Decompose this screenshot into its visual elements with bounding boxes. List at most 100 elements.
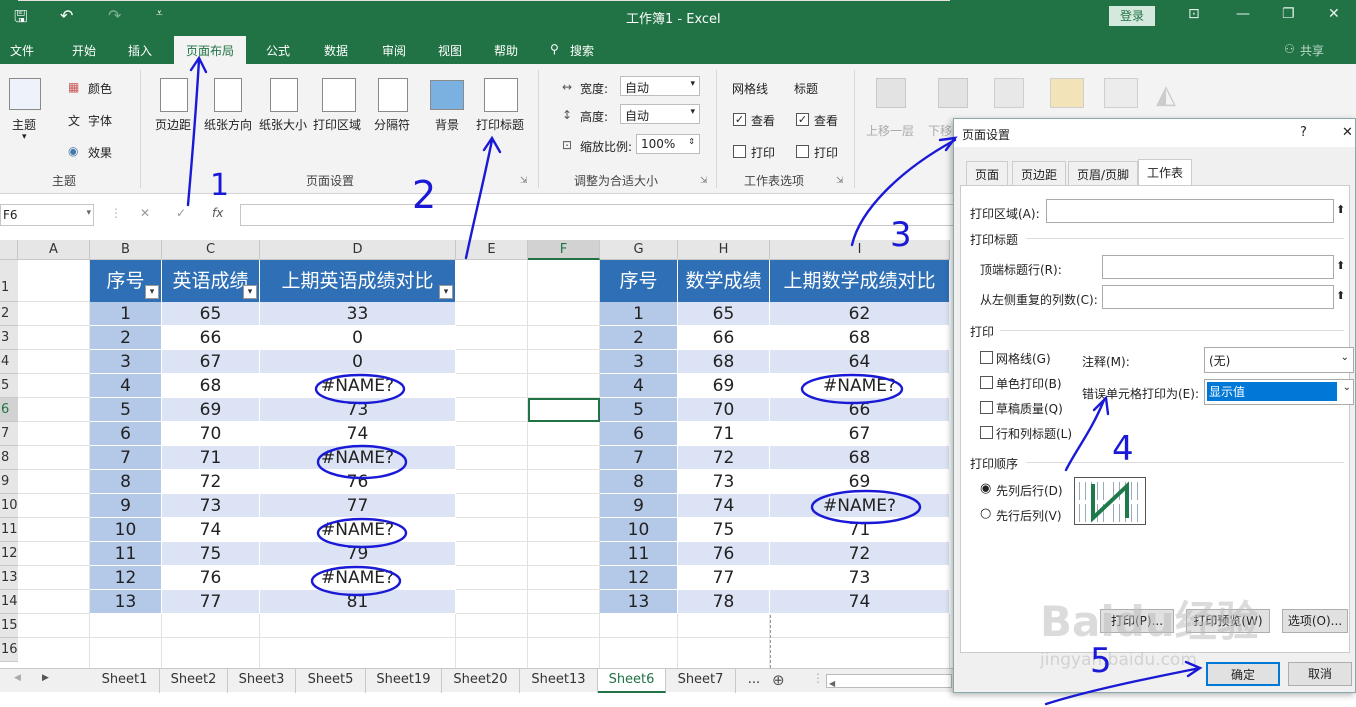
- gridlines-view-checkbox[interactable]: ✓: [733, 113, 746, 126]
- save-icon[interactable]: 🖫: [14, 6, 28, 33]
- dialog-tab-header-footer[interactable]: 页眉/页脚: [1068, 161, 1139, 185]
- row-header-3[interactable]: 3: [0, 326, 18, 350]
- table2-cell[interactable]: 9: [600, 494, 678, 518]
- select-all-corner[interactable]: [0, 240, 18, 260]
- table1-cell[interactable]: 2: [90, 326, 162, 350]
- enter-icon[interactable]: ✓: [176, 206, 186, 220]
- sheet-tab-sheet5[interactable]: Sheet5: [296, 669, 366, 693]
- table2-cell[interactable]: 72: [678, 446, 770, 470]
- draft-checkbox[interactable]: [980, 401, 993, 414]
- help-icon[interactable]: ?: [1300, 125, 1307, 140]
- print-area-input[interactable]: [1046, 199, 1334, 223]
- column-header-g[interactable]: G: [600, 240, 678, 260]
- table2-header-cell[interactable]: 数学成绩: [678, 260, 770, 302]
- table2-cell[interactable]: 10: [600, 518, 678, 542]
- size-button[interactable]: 纸张大小: [259, 116, 307, 133]
- print-titles-button[interactable]: 打印标题: [476, 116, 524, 133]
- column-header-f[interactable]: F: [528, 240, 600, 260]
- table1-cell[interactable]: 70: [162, 422, 260, 446]
- mono-checkbox[interactable]: [980, 376, 993, 389]
- table2-cell[interactable]: 7: [600, 446, 678, 470]
- table2-cell[interactable]: 62: [770, 302, 950, 326]
- launcher-icon[interactable]: ⇲: [700, 176, 708, 186]
- table1-cell[interactable]: 69: [162, 398, 260, 422]
- table1-cell[interactable]: 6: [90, 422, 162, 446]
- collapse-icon[interactable]: ⬆: [1336, 259, 1345, 272]
- horizontal-scrollbar[interactable]: ◀: [826, 674, 952, 688]
- table1-cell[interactable]: 67: [162, 350, 260, 374]
- table1-cell[interactable]: 65: [162, 302, 260, 326]
- bring-forward-button[interactable]: 上移一层: [866, 122, 914, 139]
- table2-cell[interactable]: 74: [678, 494, 770, 518]
- table2-cell[interactable]: 73: [770, 566, 950, 590]
- collapse-icon[interactable]: ⬆: [1336, 203, 1345, 216]
- filter-dropdown-icon[interactable]: ▾: [243, 285, 257, 299]
- filter-dropdown-icon[interactable]: ▾: [145, 285, 159, 299]
- table2-header-cell[interactable]: 上期数学成绩对比: [770, 260, 950, 302]
- column-header-i[interactable]: I: [770, 240, 950, 260]
- table1-cell[interactable]: #NAME?: [260, 566, 456, 590]
- column-header-h[interactable]: H: [678, 240, 770, 260]
- sheet-tab-sheet13[interactable]: Sheet13: [520, 669, 598, 693]
- formula-input[interactable]: [240, 204, 956, 226]
- cancel-icon[interactable]: ✕: [140, 206, 150, 220]
- name-box[interactable]: F6 ▾: [0, 204, 94, 226]
- table1-cell[interactable]: 33: [260, 302, 456, 326]
- table2-cell[interactable]: 4: [600, 374, 678, 398]
- breaks-button[interactable]: 分隔符: [374, 116, 410, 133]
- table1-cell[interactable]: 73: [162, 494, 260, 518]
- selected-cell-f6[interactable]: [528, 398, 600, 422]
- gridlines-checkbox[interactable]: [980, 351, 993, 364]
- table2-cell[interactable]: 69: [770, 470, 950, 494]
- tab-file[interactable]: 文件: [10, 42, 34, 59]
- table2-cell[interactable]: 3: [600, 350, 678, 374]
- table1-cell[interactable]: 3: [90, 350, 162, 374]
- launcher-icon[interactable]: ⇲: [520, 176, 528, 186]
- ok-button[interactable]: 确定: [1206, 662, 1280, 686]
- table2-cell[interactable]: 69: [678, 374, 770, 398]
- cols-repeat-input[interactable]: [1102, 285, 1334, 309]
- print-area-button[interactable]: 打印区域: [313, 116, 361, 133]
- table2-cell[interactable]: 11: [600, 542, 678, 566]
- table1-header-cell[interactable]: 上期英语成绩对比: [260, 260, 456, 302]
- sheet-tab-sheet19[interactable]: Sheet19: [366, 669, 442, 693]
- launcher-icon[interactable]: ⇲: [836, 176, 844, 186]
- fx-icon[interactable]: fx: [212, 206, 223, 220]
- scroll-left-icon[interactable]: ◀: [827, 679, 835, 688]
- row-header-2[interactable]: 2: [0, 302, 18, 326]
- close-icon[interactable]: ✕: [1328, 6, 1340, 22]
- table2-cell[interactable]: 2: [600, 326, 678, 350]
- headings-view-checkbox[interactable]: ✓: [796, 113, 809, 126]
- table2-cell[interactable]: 13: [600, 590, 678, 614]
- column-header-e[interactable]: E: [456, 240, 528, 260]
- table2-cell[interactable]: 1: [600, 302, 678, 326]
- table2-cell[interactable]: 72: [770, 542, 950, 566]
- table1-cell[interactable]: 77: [260, 494, 456, 518]
- table2-cell[interactable]: 67: [770, 422, 950, 446]
- tab-data[interactable]: 数据: [324, 42, 348, 59]
- dialog-tab-page[interactable]: 页面: [966, 161, 1009, 185]
- table2-header-cell[interactable]: 序号: [600, 260, 678, 302]
- column-header-a[interactable]: A: [18, 240, 90, 260]
- table1-cell[interactable]: #NAME?: [260, 518, 456, 542]
- table2-cell[interactable]: 66: [678, 326, 770, 350]
- comments-select[interactable]: (无) ⌄: [1204, 347, 1354, 373]
- login-button[interactable]: 登录: [1109, 6, 1155, 26]
- table1-cell[interactable]: #NAME?: [260, 374, 456, 398]
- table1-cell[interactable]: 76: [260, 470, 456, 494]
- table1-cell[interactable]: 79: [260, 542, 456, 566]
- table2-cell[interactable]: 6: [600, 422, 678, 446]
- minimize-icon[interactable]: —: [1236, 6, 1250, 22]
- table1-cell[interactable]: 9: [90, 494, 162, 518]
- table2-cell[interactable]: 77: [678, 566, 770, 590]
- customize-qat-icon[interactable]: ⩡: [156, 6, 163, 21]
- tab-home[interactable]: 开始: [72, 42, 96, 59]
- effects-button[interactable]: 效果: [88, 144, 112, 161]
- row-header-1[interactable]: 1: [0, 260, 18, 302]
- width-dropdown[interactable]: 自动 ▾: [620, 76, 700, 96]
- table1-cell[interactable]: 11: [90, 542, 162, 566]
- filter-dropdown-icon[interactable]: ▾: [439, 285, 453, 299]
- row-header-6[interactable]: 6: [0, 398, 18, 422]
- table1-cell[interactable]: 72: [162, 470, 260, 494]
- table2-cell[interactable]: 78: [678, 590, 770, 614]
